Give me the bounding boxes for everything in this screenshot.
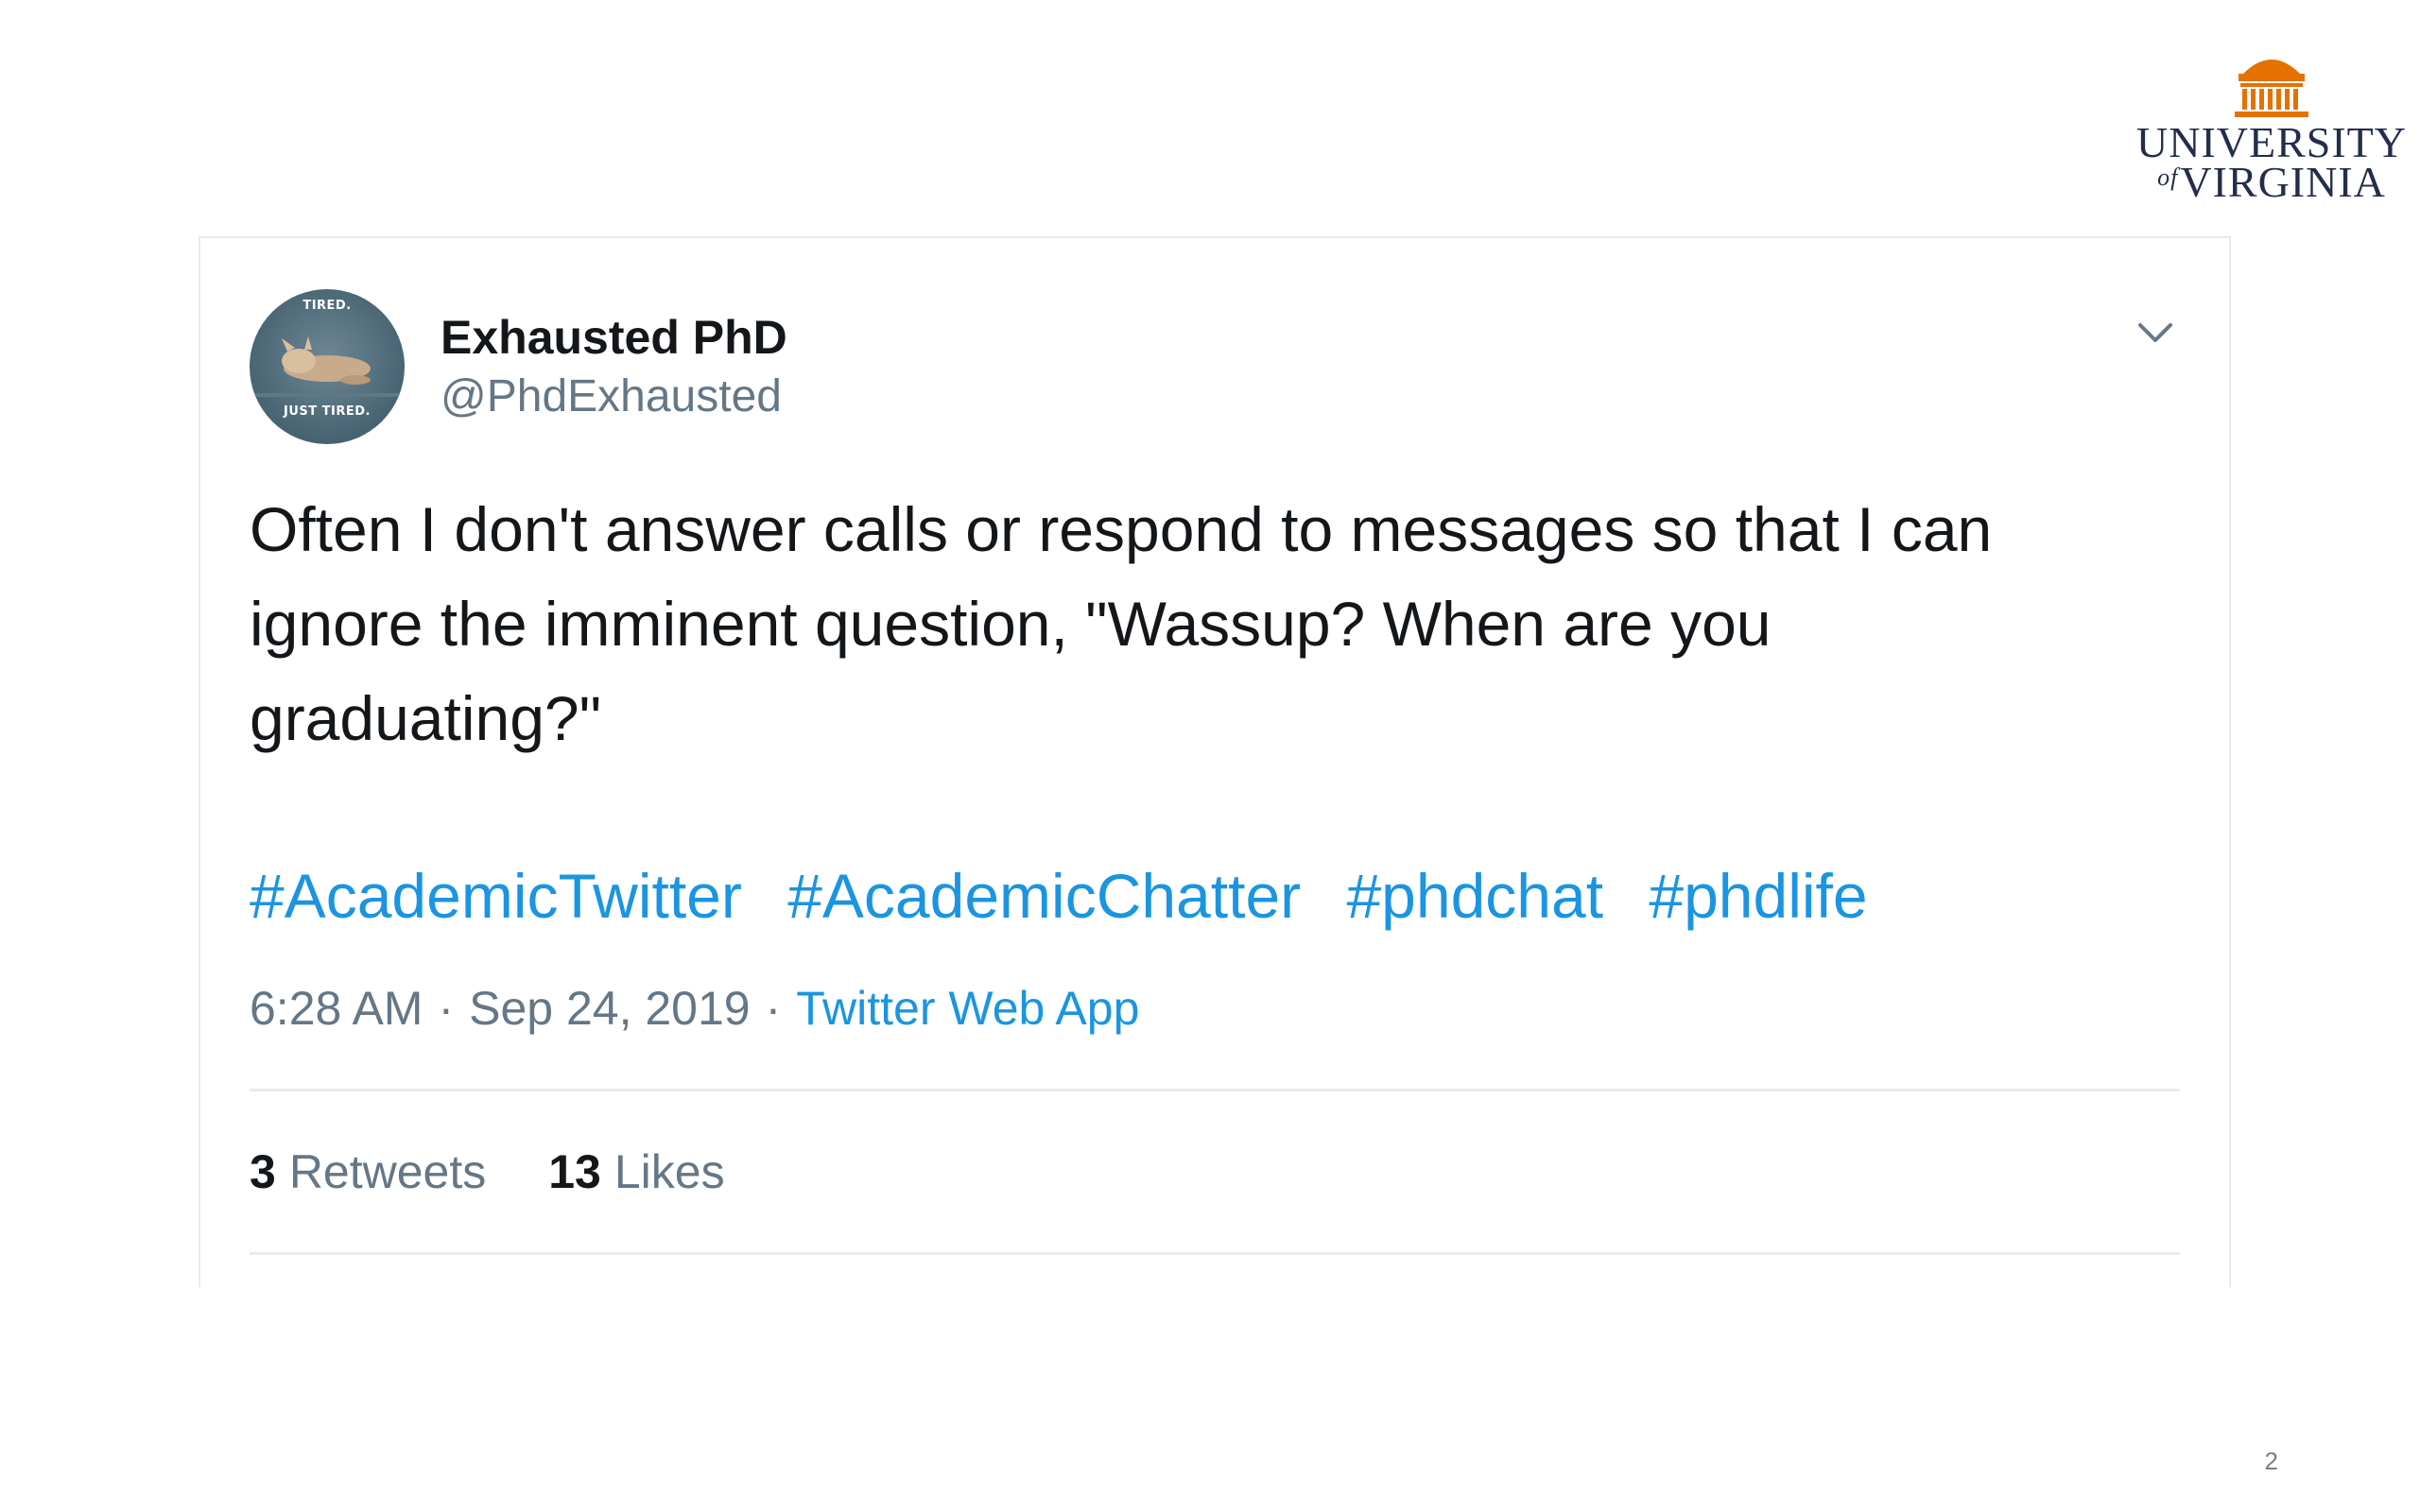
meta-separator: · bbox=[438, 982, 455, 1035]
wordmark-of: of bbox=[2157, 163, 2179, 191]
meta-separator: · bbox=[765, 982, 782, 1035]
tweet-content: TIRED. JUST TIRED. Exhausted PhD @PhdExh… bbox=[250, 289, 2180, 1255]
tweet-stats: 3 Retweets 13 Likes bbox=[250, 1091, 2180, 1252]
wordmark-line2: VIRGINIA bbox=[2180, 158, 2386, 206]
hashtag-link[interactable]: #AcademicTwitter bbox=[250, 861, 742, 931]
divider bbox=[250, 1252, 2180, 1255]
display-name[interactable]: Exhausted PhD bbox=[441, 310, 787, 365]
likes-label: Likes bbox=[614, 1145, 725, 1198]
tweet-text: Often I don't answer calls or respond to… bbox=[250, 494, 1993, 753]
university-logo: UNIVERSITY ofVIRGINIA bbox=[2135, 45, 2409, 206]
tweet-time[interactable]: 6:28 AM bbox=[250, 982, 423, 1035]
avatar[interactable]: TIRED. JUST TIRED. bbox=[250, 289, 405, 444]
tweet-date[interactable]: Sep 24, 2019 bbox=[469, 982, 751, 1035]
sleeping-dog-icon bbox=[250, 336, 405, 397]
hashtag-list: #AcademicTwitter #AcademicChatter #phdch… bbox=[250, 858, 2180, 934]
rotunda-icon bbox=[2235, 60, 2308, 117]
retweets-count: 3 bbox=[250, 1145, 276, 1198]
retweets-label: Retweets bbox=[288, 1145, 487, 1198]
tweet-card: TIRED. JUST TIRED. Exhausted PhD @PhdExh… bbox=[199, 236, 2231, 1287]
chevron-down-icon[interactable] bbox=[2131, 308, 2180, 357]
avatar-bottom-text: JUST TIRED. bbox=[284, 404, 371, 419]
hashtag-link[interactable]: #phdlife bbox=[1649, 861, 1867, 931]
hashtag-link[interactable]: #AcademicChatter bbox=[787, 861, 1301, 931]
likes-stat[interactable]: 13 Likes bbox=[548, 1144, 724, 1199]
retweets-stat[interactable]: 3 Retweets bbox=[250, 1144, 486, 1199]
user-handle[interactable]: @PhdExhausted bbox=[441, 370, 782, 422]
tweet-meta: 6:28 AM · Sep 24, 2019 · Twitter Web App bbox=[250, 981, 2180, 1036]
hashtag-link[interactable]: #phdchat bbox=[1346, 861, 1603, 931]
tweet-source-link[interactable]: Twitter Web App bbox=[796, 982, 1139, 1035]
slide-page-number: 2 bbox=[2264, 1447, 2278, 1475]
likes-count: 13 bbox=[548, 1145, 601, 1198]
university-wordmark: UNIVERSITY ofVIRGINIA bbox=[2135, 121, 2409, 204]
tweet-header: TIRED. JUST TIRED. Exhausted PhD @PhdExh… bbox=[250, 289, 2180, 444]
